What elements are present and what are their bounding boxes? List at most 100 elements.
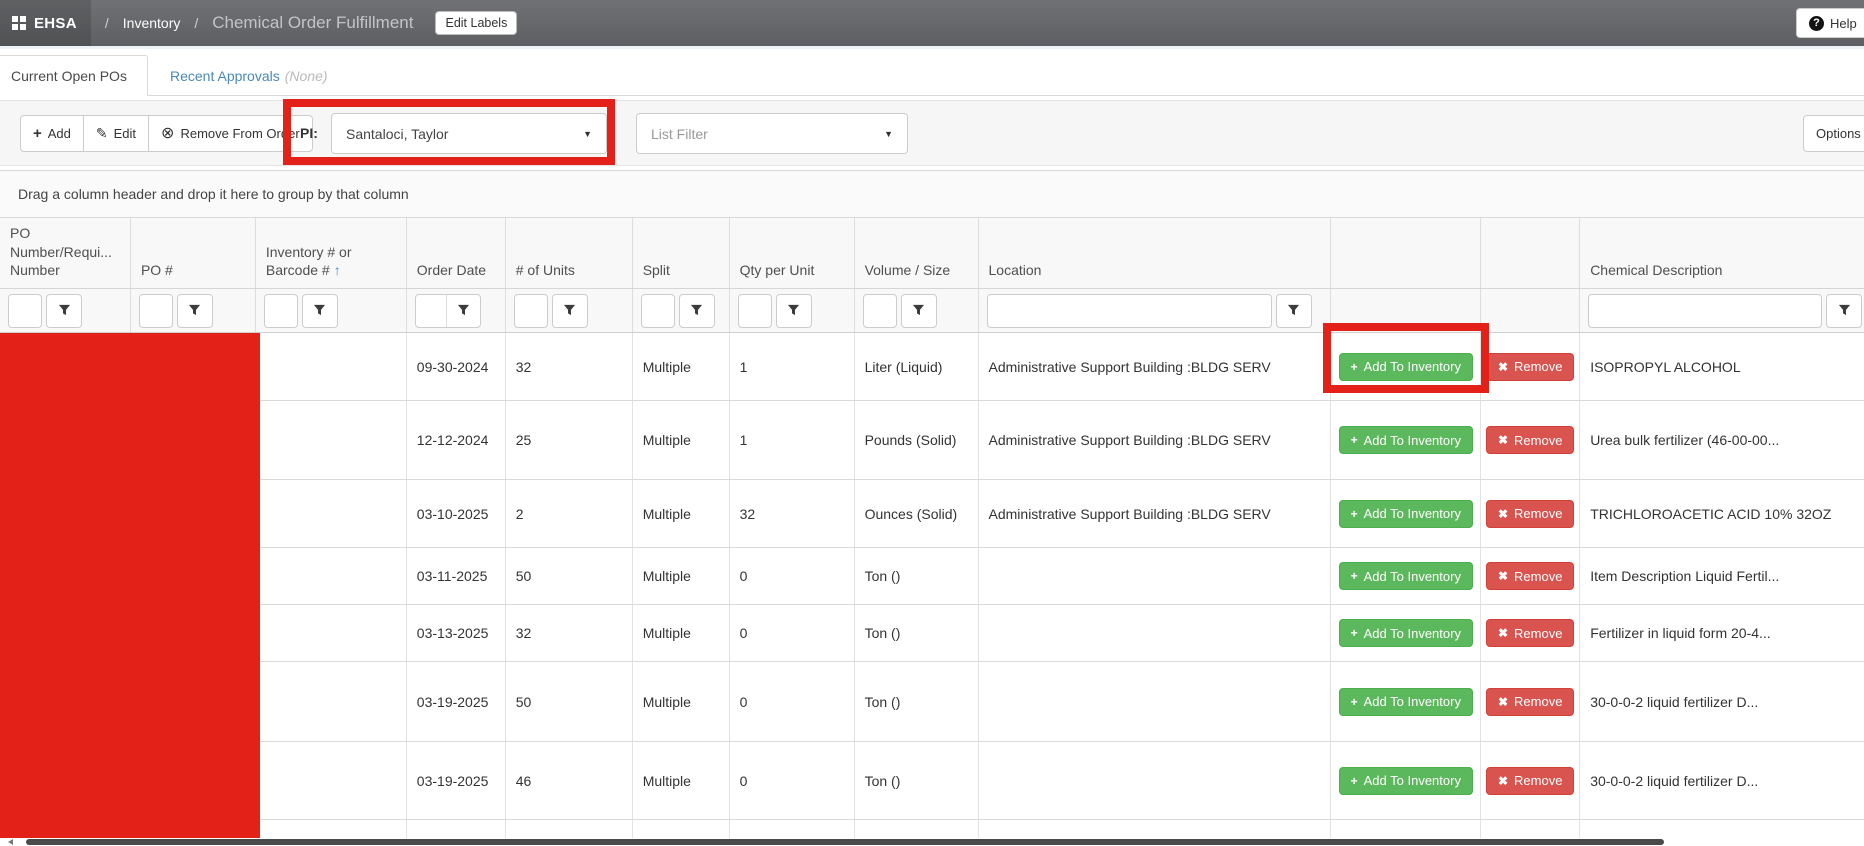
- column-header-qty-per-unit[interactable]: Qty per Unit: [730, 218, 855, 288]
- filter-input-units[interactable]: [514, 294, 548, 328]
- edit-button[interactable]: ✎ Edit: [83, 115, 149, 152]
- filter-cell-qty-per-unit: [730, 289, 855, 332]
- filter-input-volume-size[interactable]: [863, 294, 897, 328]
- filter-funnel-button-po[interactable]: [177, 294, 213, 328]
- column-header-add-actions: [1331, 218, 1481, 288]
- column-label: Inventory # or Barcode #↑: [266, 243, 400, 279]
- add-to-inventory-button[interactable]: +Add To Inventory: [1339, 426, 1473, 454]
- filter-cell-units: [506, 289, 633, 332]
- cell-inventory-barcode: [256, 742, 407, 819]
- funnel-icon: [690, 304, 703, 317]
- column-header-po-number[interactable]: PO Number/Requi... Number: [0, 218, 131, 288]
- toolbar: + Add ✎ Edit ⊗ Remove From Order PI: San…: [0, 100, 1864, 166]
- cell-add-actions: +Add To Inventory: [1331, 548, 1481, 604]
- table-row: 12-12-202425Multiple1Pounds (Solid)Admin…: [0, 401, 1864, 480]
- cell-remove-actions: ✖Remove: [1481, 742, 1580, 819]
- app-logo[interactable]: EHSA: [0, 0, 91, 46]
- cell-units: 50: [506, 548, 633, 604]
- plus-icon: +: [1351, 626, 1358, 640]
- plus-icon: +: [1351, 433, 1358, 447]
- filter-funnel-button-chemical-description[interactable]: [1826, 294, 1862, 328]
- add-to-inventory-button[interactable]: +Add To Inventory: [1339, 619, 1473, 647]
- column-header-units[interactable]: # of Units: [506, 218, 633, 288]
- cell-chemical-description: TRICHLOROACETIC ACID 10% 32OZ: [1580, 480, 1864, 547]
- group-hint: Drag a column header and drop it here to…: [18, 186, 409, 202]
- column-header-po[interactable]: PO #: [131, 218, 256, 288]
- question-icon: ?: [1809, 16, 1824, 31]
- column-header-chemical-description[interactable]: Chemical Description: [1580, 218, 1864, 288]
- cell-inventory-barcode: [256, 548, 407, 604]
- cell-location: [979, 548, 1332, 604]
- filter-funnel-button-volume-size[interactable]: [901, 294, 937, 328]
- remove-button[interactable]: ✖Remove: [1486, 562, 1574, 590]
- cell-location: Administrative Support Building :BLDG SE…: [979, 480, 1332, 547]
- cell-inventory-barcode: [256, 480, 407, 547]
- cell-add-actions: +Add To Inventory: [1331, 662, 1481, 741]
- table-row: 03-11-202550Multiple0Ton ()+Add To Inven…: [0, 548, 1864, 605]
- plus-icon: +: [1351, 360, 1358, 374]
- cell-volume-size: Liter (Liquid): [855, 333, 979, 400]
- chevron-down-icon: ▼: [583, 129, 592, 139]
- scroll-left-arrow[interactable]: [8, 839, 13, 845]
- remove-button[interactable]: ✖Remove: [1486, 688, 1574, 716]
- add-to-inventory-button[interactable]: +Add To Inventory: [1339, 353, 1473, 381]
- funnel-icon[interactable]: [446, 295, 480, 327]
- help-button[interactable]: ? Help: [1796, 8, 1864, 38]
- column-header-order-date[interactable]: Order Date: [407, 218, 506, 288]
- filter-input-po-number[interactable]: [8, 294, 42, 328]
- remove-button[interactable]: ✖Remove: [1486, 500, 1574, 528]
- filter-funnel-button-inventory-barcode[interactable]: [302, 294, 338, 328]
- cell-chemical-description: 30-0-0-2 liquid fertilizer D...: [1580, 662, 1864, 741]
- filter-input-inventory-barcode[interactable]: [264, 294, 298, 328]
- filter-funnel-button-split[interactable]: [679, 294, 715, 328]
- cell-order-date: 12-12-2024: [407, 401, 506, 479]
- tab-recent-approvals[interactable]: Recent Approvals (None): [152, 55, 346, 96]
- column-header-inventory-barcode[interactable]: Inventory # or Barcode #↑: [256, 218, 407, 288]
- cell-split: Multiple: [633, 605, 730, 661]
- x-icon: ✖: [1498, 433, 1508, 447]
- group-drop-panel[interactable]: Drag a column header and drop it here to…: [0, 170, 1864, 218]
- filter-input-po[interactable]: [139, 294, 173, 328]
- cell-volume-size: Ton (): [855, 605, 979, 661]
- add-button[interactable]: + Add: [20, 115, 84, 152]
- filter-funnel-button-location[interactable]: [1276, 294, 1312, 328]
- cell-order-date: 03-11-2025: [407, 548, 506, 604]
- add-to-inventory-button[interactable]: +Add To Inventory: [1339, 562, 1473, 590]
- add-to-inventory-button[interactable]: +Add To Inventory: [1339, 767, 1473, 795]
- add-to-inventory-button[interactable]: +Add To Inventory: [1339, 500, 1473, 528]
- edit-labels-button[interactable]: Edit Labels: [435, 11, 517, 35]
- filter-funnel-button-qty-per-unit[interactable]: [776, 294, 812, 328]
- cell-qty-per-unit: 0: [730, 605, 855, 661]
- column-label: Split: [643, 261, 670, 279]
- remove-button[interactable]: ✖Remove: [1486, 353, 1574, 381]
- remove-from-order-button[interactable]: ⊗ Remove From Order: [148, 115, 313, 152]
- pi-dropdown[interactable]: Santaloci, Taylor ▼: [331, 113, 607, 154]
- breadcrumb-inventory[interactable]: Inventory: [123, 15, 181, 31]
- list-filter-dropdown[interactable]: List Filter ▼: [636, 113, 908, 154]
- remove-button[interactable]: ✖Remove: [1486, 767, 1574, 795]
- tab-current-open-pos[interactable]: Current Open POs: [0, 55, 148, 96]
- filter-input-split[interactable]: [641, 294, 675, 328]
- column-header-split[interactable]: Split: [633, 218, 730, 288]
- help-label: Help: [1830, 16, 1857, 31]
- cell-chemical-description: Item Description Liquid Fertil...: [1580, 548, 1864, 604]
- filter-input-qty-per-unit[interactable]: [738, 294, 772, 328]
- column-header-volume-size[interactable]: Volume / Size: [855, 218, 979, 288]
- cell-qty-per-unit: 0: [730, 742, 855, 819]
- options-button[interactable]: Options ▼: [1803, 115, 1864, 152]
- filter-funnel-button-po-number[interactable]: [46, 294, 82, 328]
- scrollbar-thumb[interactable]: [26, 839, 1664, 845]
- filter-input-chemical-description[interactable]: [1588, 294, 1822, 328]
- filter-date-picker-order-date[interactable]: [415, 294, 481, 328]
- column-header-location[interactable]: Location: [979, 218, 1332, 288]
- add-to-inventory-button[interactable]: +Add To Inventory: [1339, 688, 1473, 716]
- cell-units: 50: [506, 662, 633, 741]
- funnel-icon: [1287, 304, 1300, 317]
- pi-label: PI:: [300, 125, 318, 141]
- remove-button[interactable]: ✖Remove: [1486, 426, 1574, 454]
- cell-split: Multiple: [633, 480, 730, 547]
- filter-input-location[interactable]: [987, 294, 1272, 328]
- remove-button[interactable]: ✖Remove: [1486, 619, 1574, 647]
- filter-funnel-button-units[interactable]: [552, 294, 588, 328]
- cell-units: 2: [506, 480, 633, 547]
